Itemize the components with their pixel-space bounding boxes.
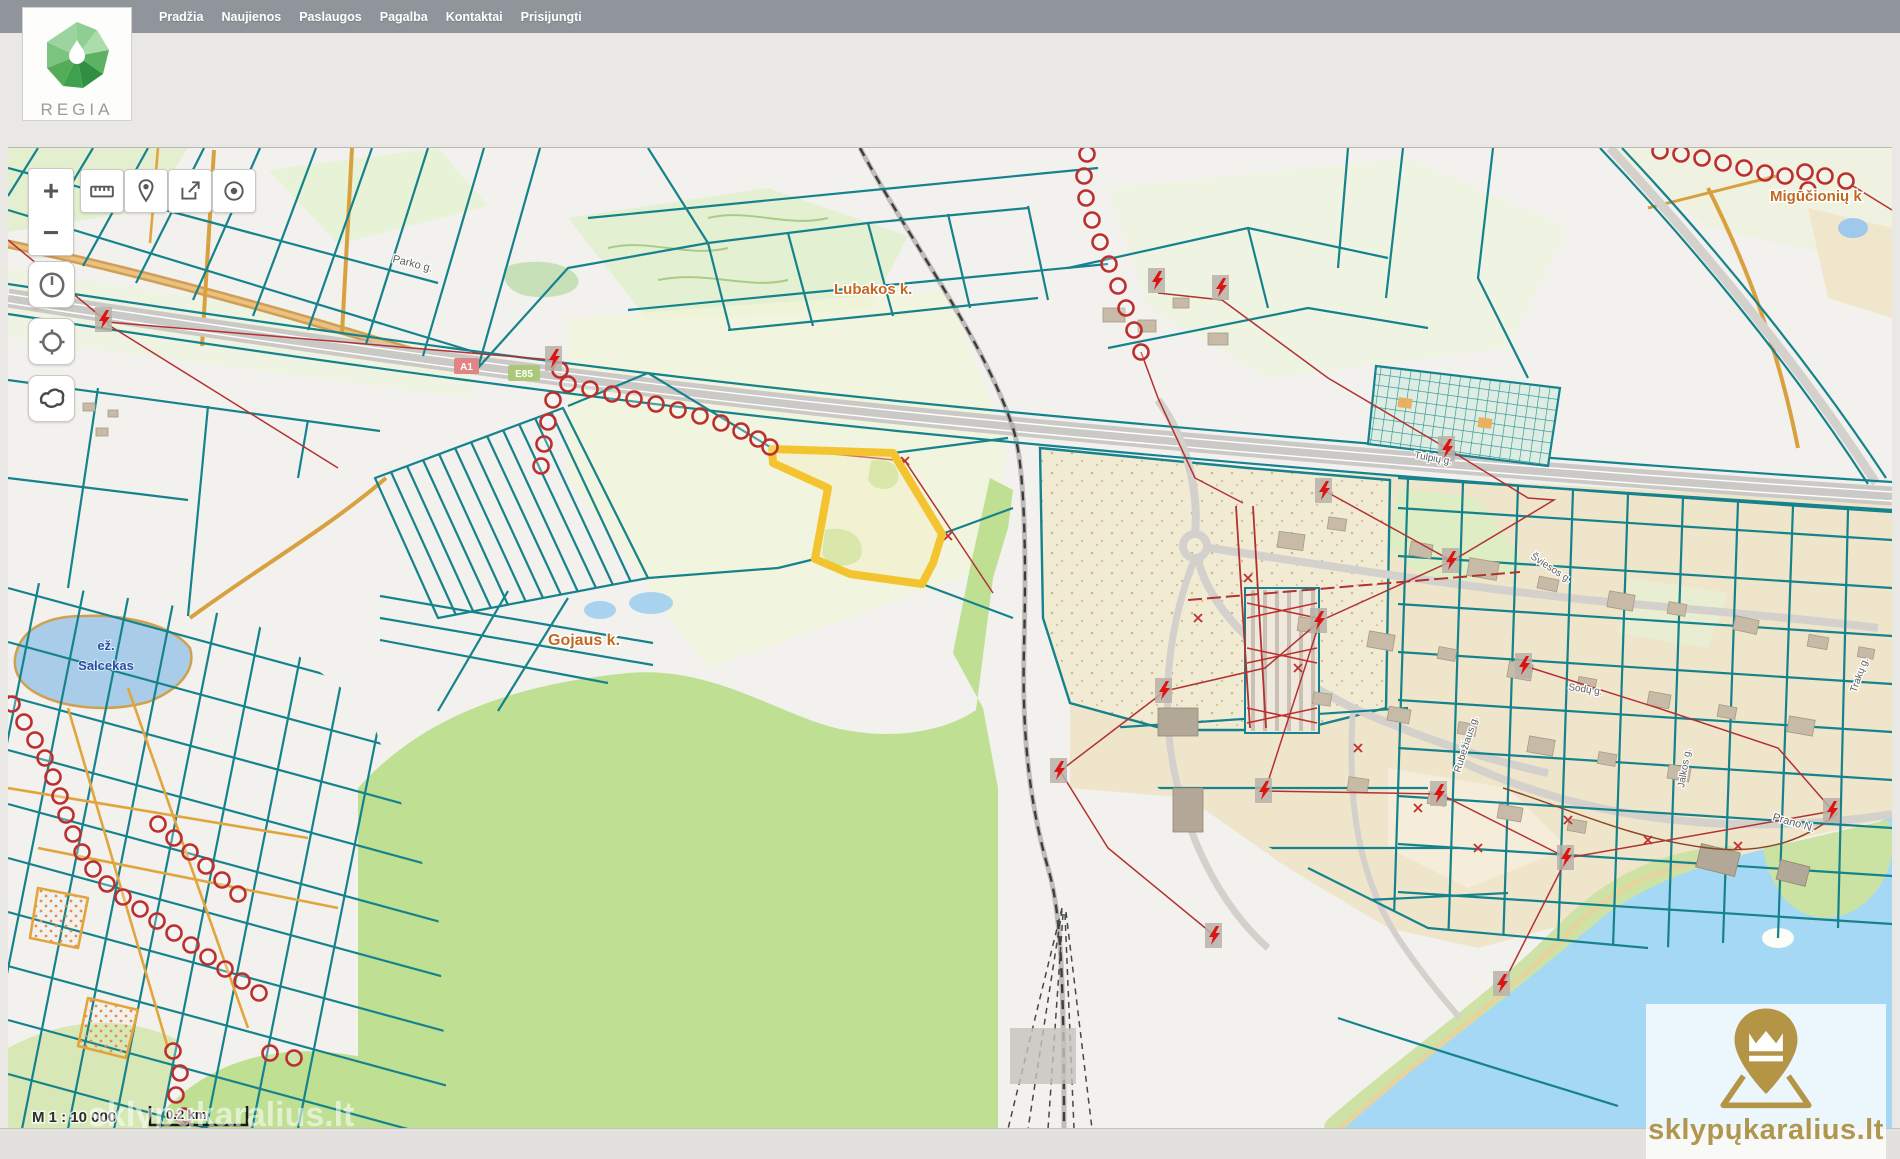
lake-label-line1: ež.: [97, 638, 114, 653]
svg-text:A1: A1: [460, 362, 473, 373]
regia-gem-icon: [41, 20, 113, 92]
watermark-brand: sklypųkaralius.lt: [1648, 1114, 1884, 1147]
ruler-icon: [89, 178, 115, 204]
measure-tool-button[interactable]: [80, 169, 124, 213]
locate-point-button[interactable]: [212, 169, 256, 213]
menu-item-kontaktai[interactable]: Kontaktai: [446, 10, 503, 24]
settlement-label-lubakos: Lubakos k.: [834, 281, 912, 298]
brand-name: REGIA: [23, 100, 131, 120]
large-field: [1040, 448, 1390, 730]
menu-item-paslaugos[interactable]: Paslaugos: [299, 10, 362, 24]
map-canvas[interactable]: A1 E85 Lubakos k. Migūčionių k Gojaus k.…: [8, 148, 1892, 1129]
lithuania-outline-icon: [36, 383, 68, 415]
menu-item-naujienos[interactable]: Naujienos: [221, 10, 281, 24]
menu-item-pradzia[interactable]: Pradžia: [159, 10, 203, 24]
plus-icon: +: [43, 177, 59, 205]
settlement-label-miguc: Migūčionių k: [1770, 188, 1862, 205]
my-location-button[interactable]: [28, 318, 75, 365]
minus-icon: −: [43, 219, 59, 247]
crosshair-icon: [37, 327, 67, 357]
regia-map-app: Pradžia Naujienos Paslaugos Pagalba Kont…: [0, 0, 1900, 1159]
share-tool-button[interactable]: [168, 169, 212, 213]
settlement-label-gojaus: Gojaus k.: [548, 632, 620, 649]
full-extent-button[interactable]: [28, 375, 75, 422]
map-pin-icon: [133, 178, 159, 204]
crown-pin-icon: [1706, 1004, 1826, 1112]
export-arrow-icon: [177, 178, 203, 204]
menu-item-pagalba[interactable]: Pagalba: [380, 10, 428, 24]
brand-logo-tab[interactable]: REGIA: [22, 7, 132, 121]
highway-shield-a1: A1: [454, 358, 479, 374]
zoom-in-button[interactable]: +: [28, 168, 74, 214]
marker-tool-button[interactable]: [124, 169, 168, 213]
top-menu-bar: Pradžia Naujienos Paslaugos Pagalba Kont…: [0, 0, 1900, 33]
lake-label-line2: Salcekas: [78, 658, 134, 673]
target-dot-icon: [221, 178, 247, 204]
watermark-card: sklypųkaralius.lt: [1646, 1004, 1886, 1159]
history-time-button[interactable]: [28, 261, 75, 308]
svg-text:E85: E85: [515, 369, 533, 380]
zoom-out-button[interactable]: −: [28, 211, 74, 256]
menu-item-prisijungti[interactable]: Prisijungti: [521, 10, 582, 24]
highway-shield-e85: E85: [508, 365, 540, 381]
map-viewport[interactable]: A1 E85 Lubakos k. Migūčionių k Gojaus k.…: [8, 147, 1892, 1129]
footer-strip: [0, 1128, 1900, 1159]
faint-watermark: sklypųkaralius.lt: [88, 1096, 354, 1129]
clock-icon: [37, 270, 67, 300]
